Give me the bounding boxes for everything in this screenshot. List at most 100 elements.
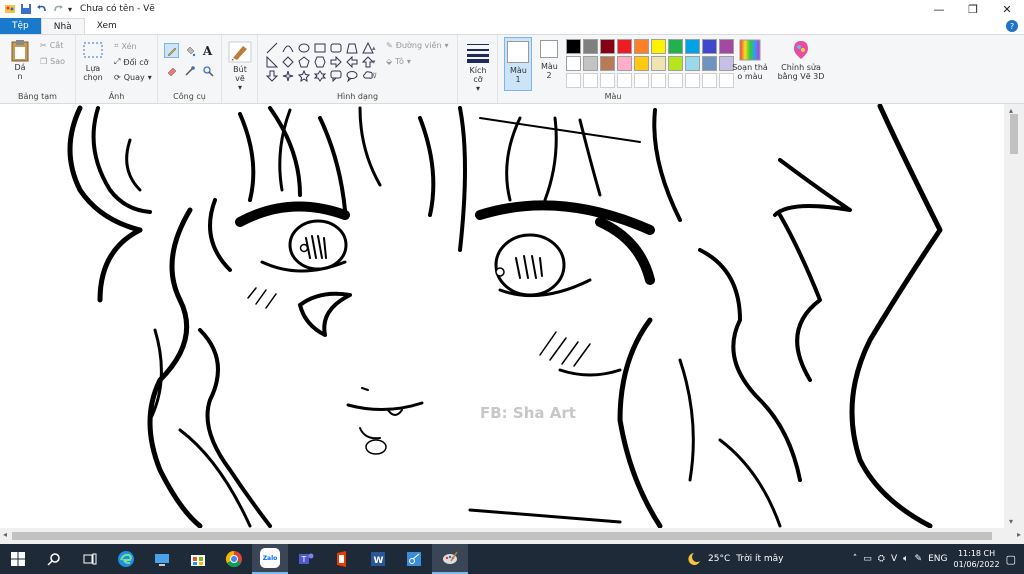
color-swatch[interactable] (685, 56, 700, 71)
tab-view[interactable]: Xem (85, 18, 129, 34)
edge-button[interactable] (108, 544, 144, 574)
crop-button[interactable]: ⌗ Xén (114, 41, 137, 51)
curve-shape-icon[interactable] (280, 41, 295, 54)
undo-icon[interactable] (36, 3, 48, 15)
diamond-shape-icon[interactable] (280, 55, 295, 68)
copy-button[interactable]: ❐ Sao (40, 57, 65, 66)
outline-button[interactable]: ✎ Đường viền ▾ (386, 41, 449, 50)
six-point-star-shape-icon[interactable] (312, 69, 327, 82)
polygon-shape-icon[interactable] (344, 41, 359, 54)
resize-button[interactable]: ⤢ Đổi cỡ (114, 57, 149, 67)
right-triangle-shape-icon[interactable] (264, 55, 279, 68)
color-swatch[interactable] (685, 73, 700, 88)
drawing-canvas[interactable]: FB: Sha Art (0, 104, 1004, 528)
color-swatch[interactable] (617, 39, 632, 54)
down-arrow-shape-icon[interactable] (264, 69, 279, 82)
color-swatch[interactable] (634, 73, 649, 88)
color-swatch[interactable] (617, 73, 632, 88)
color-swatch[interactable] (566, 56, 581, 71)
oval-callout-shape-icon[interactable] (344, 69, 359, 82)
color-swatch[interactable] (617, 56, 632, 71)
color-swatch[interactable] (583, 56, 598, 71)
color-swatch[interactable] (600, 39, 615, 54)
cut-button[interactable]: ✂ Cắt (40, 41, 63, 50)
paste-button[interactable]: Dá n (8, 39, 32, 81)
color-swatch[interactable] (600, 56, 615, 71)
color-swatch[interactable] (651, 73, 666, 88)
word-button[interactable]: W (360, 544, 396, 574)
help-icon[interactable]: ? (1006, 20, 1018, 32)
color2-button[interactable]: Màu 2 (536, 40, 562, 80)
color1-button[interactable]: Màu 1 (504, 37, 532, 91)
color-swatch[interactable] (583, 39, 598, 54)
line-shape-icon[interactable] (264, 41, 279, 54)
rounded-rectangle-shape-icon[interactable] (328, 41, 343, 54)
chrome-button[interactable] (216, 544, 252, 574)
network-share-icon[interactable]: ⛭ (878, 554, 885, 564)
select-button[interactable]: Lựa chọn (80, 41, 106, 82)
redo-icon[interactable] (52, 3, 64, 15)
color-swatch[interactable] (651, 56, 666, 71)
store-button[interactable] (180, 544, 216, 574)
color-swatch[interactable] (651, 39, 666, 54)
pen-icon[interactable]: ✎ (915, 554, 923, 564)
magnifier-tool[interactable] (200, 63, 215, 78)
tab-file[interactable]: Tệp (0, 18, 41, 34)
pentagon-shape-icon[interactable] (296, 55, 311, 68)
color-swatch[interactable] (668, 39, 683, 54)
teams-button[interactable]: T (288, 544, 324, 574)
maximize-button[interactable]: ❐ (956, 0, 990, 18)
office-button[interactable] (324, 544, 360, 574)
color-swatch[interactable] (566, 39, 581, 54)
color-swatch[interactable] (668, 73, 683, 88)
start-button[interactable] (0, 544, 36, 574)
color-swatch[interactable] (566, 73, 581, 88)
save-icon[interactable] (20, 3, 32, 15)
color-swatch[interactable] (702, 73, 717, 88)
paint3d-button[interactable]: Chỉnh sửa bằng Vẽ 3D (776, 39, 826, 81)
text-tool[interactable]: A (200, 43, 215, 58)
color-swatch[interactable] (702, 39, 717, 54)
minimize-button[interactable]: — (922, 0, 956, 18)
fill-tool[interactable] (182, 43, 197, 58)
language-indicator[interactable]: ENG (928, 554, 947, 564)
brushes-button[interactable]: Bút vẽ ▾ (226, 41, 254, 92)
battery-icon[interactable]: ▭ (863, 554, 872, 564)
rounded-callout-shape-icon[interactable] (328, 69, 343, 82)
scroll-down-icon[interactable]: ▾ (1009, 517, 1013, 526)
antivirus-icon[interactable]: V (891, 554, 897, 564)
left-arrow-shape-icon[interactable] (344, 55, 359, 68)
color-swatch[interactable] (634, 56, 649, 71)
color-swatch[interactable] (583, 73, 598, 88)
vertical-scroll-thumb[interactable] (1010, 114, 1018, 154)
customize-toolbar-icon[interactable]: ▾ (68, 5, 72, 14)
weather-widget[interactable]: 25°C Trời ít mây (686, 544, 784, 574)
hexagon-shape-icon[interactable] (312, 55, 327, 68)
color-swatch[interactable] (702, 56, 717, 71)
horizontal-scrollbar[interactable]: ◂ ▸ (0, 528, 1024, 544)
five-point-star-shape-icon[interactable] (296, 69, 311, 82)
pencil-tool[interactable] (164, 43, 179, 58)
color-picker-tool[interactable] (182, 63, 197, 78)
four-point-star-shape-icon[interactable] (280, 69, 295, 82)
scroll-right-icon[interactable]: ▸ (1017, 530, 1021, 539)
color-swatch[interactable] (685, 39, 700, 54)
search-button[interactable] (36, 544, 72, 574)
eraser-tool[interactable] (164, 63, 179, 78)
shapes-scroll[interactable]: ▴ ▾ ⊽ (372, 41, 377, 83)
color-swatch[interactable] (668, 56, 683, 71)
horizontal-scroll-thumb[interactable] (12, 532, 992, 540)
size-button[interactable]: Kích cỡ ▾ (464, 41, 492, 93)
right-arrow-shape-icon[interactable] (328, 55, 343, 68)
scroll-left-icon[interactable]: ◂ (3, 530, 7, 539)
tab-home[interactable]: Nhà (40, 18, 85, 34)
oval-shape-icon[interactable] (296, 41, 311, 54)
zalo-button[interactable]: Zalo (252, 544, 288, 574)
vertical-scrollbar[interactable]: ▴ ▾ (1004, 104, 1024, 528)
rotate-button[interactable]: ⟳ Quay ▾ (114, 73, 152, 82)
fill-button[interactable]: ⬙ Tô ▾ (386, 57, 411, 66)
notifications-icon[interactable]: ▢ (1006, 553, 1016, 566)
rectangle-shape-icon[interactable] (312, 41, 327, 54)
file-explorer-button[interactable] (144, 544, 180, 574)
paint-button[interactable] (432, 544, 468, 574)
